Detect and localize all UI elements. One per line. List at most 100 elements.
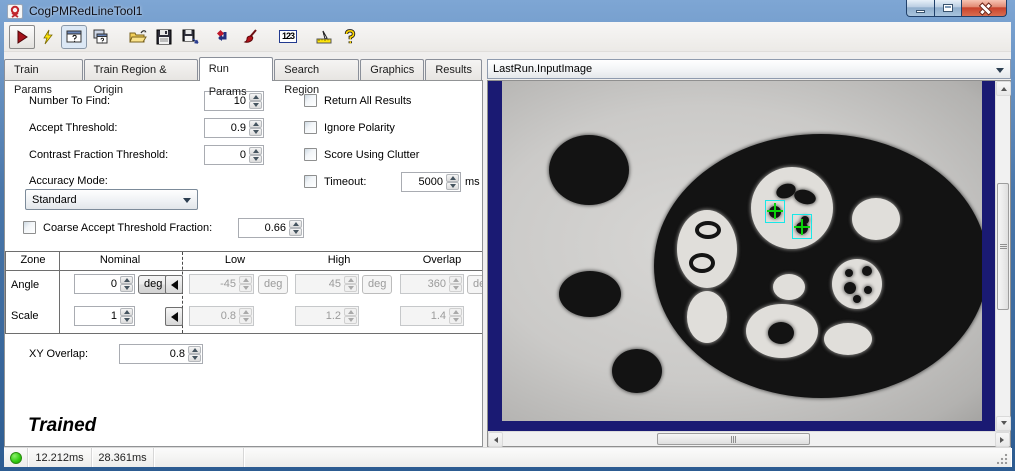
spin-up-button[interactable] (249, 147, 262, 155)
angle-nominal-value: 0 (75, 275, 120, 293)
spin-down-button[interactable] (249, 155, 262, 163)
numeric-results-button[interactable]: 123 (275, 25, 301, 49)
open-button[interactable] (125, 25, 151, 49)
new-window-icon (92, 29, 109, 45)
angle-high-spinner: 45 (295, 274, 359, 294)
spin-up-button[interactable] (249, 120, 262, 128)
horizontal-scroll-track[interactable] (503, 432, 995, 446)
measure-button[interactable] (311, 25, 337, 49)
vertical-scroll-thumb[interactable] (997, 183, 1009, 310)
tab-run-params[interactable]: Run Params (199, 57, 274, 81)
tab-graphics[interactable]: Graphics (360, 59, 424, 80)
blob-dot (845, 269, 853, 277)
white-circle (852, 198, 900, 240)
timeout-checkbox[interactable] (304, 175, 317, 188)
blob-dot (844, 282, 856, 294)
tab-train-params[interactable]: Train Params (4, 59, 83, 80)
maximize-button[interactable] (935, 0, 962, 17)
toolbar: 123 (4, 22, 1011, 52)
electric-run-button[interactable] (35, 25, 61, 49)
scale-nominal-value: 1 (75, 307, 120, 325)
score-using-clutter-checkbox[interactable] (304, 148, 317, 161)
spin-down-button[interactable] (289, 228, 302, 236)
horizontal-scroll-thumb[interactable] (657, 433, 810, 445)
angle-high-deg-button: deg (362, 275, 392, 294)
zone-header: Zone (20, 254, 45, 266)
run-params-page: Number To Find: 10 Accept Threshold: 0.9… (4, 80, 483, 447)
numeric-results-icon: 123 (279, 30, 297, 43)
display-selector-dropdown[interactable]: LastRun.InputImage (487, 59, 1011, 79)
spin-down-button[interactable] (249, 128, 262, 136)
spin-down-button[interactable] (120, 316, 133, 324)
spin-up-button[interactable] (249, 93, 262, 101)
scroll-up-button[interactable] (996, 81, 1011, 96)
open-folder-icon (129, 29, 147, 44)
tab-train-region-origin[interactable]: Train Region & Origin (84, 59, 198, 80)
accept-threshold-value: 0.9 (205, 119, 249, 137)
ring-feature (695, 221, 721, 239)
input-image[interactable] (502, 81, 982, 421)
floating-window-button[interactable] (61, 25, 87, 49)
accept-threshold-label: Accept Threshold: (29, 122, 117, 134)
spin-up-button[interactable] (289, 220, 302, 228)
run-button[interactable] (9, 25, 35, 49)
angle-low-value: -45 (190, 275, 239, 293)
scale-high-value: 1.2 (296, 307, 344, 325)
thumb-grip (731, 436, 737, 443)
contrast-fraction-threshold-spinner[interactable]: 0 (204, 145, 264, 165)
spin-up-button[interactable] (120, 276, 133, 284)
angle-nominal-deg-button[interactable]: deg (138, 275, 168, 294)
accuracy-mode-dropdown[interactable]: Standard (25, 189, 198, 210)
coarse-accept-threshold-spinner[interactable]: 0.66 (238, 218, 304, 238)
revert-button[interactable] (211, 25, 237, 49)
save-button[interactable] (151, 25, 177, 49)
vertical-scrollbar[interactable] (995, 81, 1010, 431)
angle-zone-expander-button[interactable] (165, 275, 183, 294)
angle-nominal-spinner[interactable]: 0 (74, 274, 135, 294)
spin-down-button[interactable] (446, 182, 459, 190)
save-as-button[interactable] (177, 25, 203, 49)
horizontal-scrollbar[interactable] (488, 431, 1010, 446)
coarse-accept-threshold-checkbox[interactable] (23, 221, 36, 234)
scroll-right-button[interactable] (995, 432, 1010, 447)
angle-overlap-value: 360 (401, 275, 449, 293)
angle-low-deg-button: deg (258, 275, 288, 294)
scale-high-spinner: 1.2 (295, 306, 359, 326)
timeout-spinner[interactable]: 5000 (401, 172, 461, 192)
image-canvas[interactable] (488, 81, 995, 431)
resize-grip[interactable] (997, 453, 1008, 464)
ignore-polarity-checkbox[interactable] (304, 121, 317, 134)
scale-zone-expander-button[interactable] (165, 307, 183, 326)
close-button[interactable] (962, 0, 1007, 17)
angle-row-label: Angle (11, 279, 39, 291)
ignore-polarity-label: Ignore Polarity (324, 122, 395, 134)
spin-up-button[interactable] (188, 346, 201, 354)
white-ellipse (824, 323, 872, 355)
arrow-right-icon (1000, 437, 1007, 443)
vertical-scroll-track[interactable] (996, 96, 1010, 416)
scale-overlap-spinner: 1.4 (400, 306, 464, 326)
tab-strip: Train Params Train Region & Origin Run P… (4, 52, 483, 80)
title-bar[interactable]: CogPMRedLineTool1 (0, 0, 1015, 22)
help-button[interactable] (337, 25, 363, 49)
blob-circle (559, 271, 621, 317)
run-icon (14, 29, 30, 45)
spin-up-button[interactable] (446, 174, 459, 182)
contrast-fraction-threshold-label: Contrast Fraction Threshold: (29, 149, 168, 161)
tab-search-region[interactable]: Search Region (274, 59, 359, 80)
xy-overlap-spinner[interactable]: 0.8 (119, 344, 203, 364)
spin-down-button[interactable] (188, 354, 201, 362)
spin-up-button[interactable] (120, 308, 133, 316)
spin-down-button[interactable] (120, 284, 133, 292)
spin-down-button[interactable] (249, 101, 262, 109)
scroll-down-button[interactable] (996, 416, 1011, 431)
scale-nominal-spinner[interactable]: 1 (74, 306, 135, 326)
edit-graphics-button[interactable] (237, 25, 263, 49)
minimize-button[interactable] (906, 0, 935, 17)
new-window-button[interactable] (87, 25, 113, 49)
tab-results[interactable]: Results (425, 59, 482, 80)
scroll-left-button[interactable] (488, 432, 503, 447)
xy-overlap-value: 0.8 (120, 345, 188, 363)
blob-dot (864, 286, 872, 294)
accept-threshold-spinner[interactable]: 0.9 (204, 118, 264, 138)
